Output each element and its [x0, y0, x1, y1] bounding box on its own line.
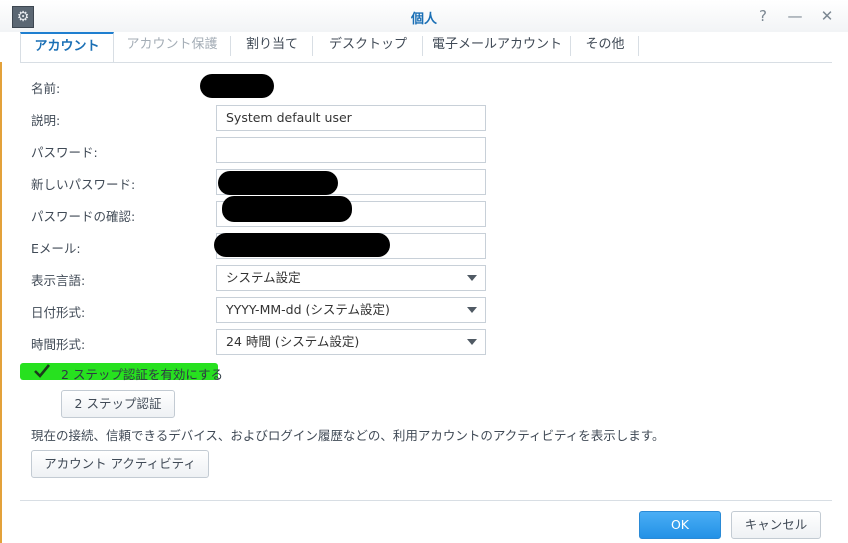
password-input[interactable]: [216, 137, 486, 163]
window-title: 個人: [410, 12, 437, 27]
new-password-label: 新しいパスワード:: [31, 177, 136, 192]
email-redaction: [214, 233, 390, 257]
confirm-password-redaction: [222, 196, 352, 222]
tab-quota[interactable]: 割り当て: [232, 32, 312, 62]
footer-divider: [20, 500, 832, 501]
tab-separator: [312, 36, 313, 56]
window-edge-strip: [0, 62, 2, 543]
language-select[interactable]: システム設定: [216, 265, 486, 291]
time-format-label: 時間形式:: [31, 337, 86, 352]
confirm-password-label: パスワードの確認:: [31, 209, 136, 224]
description-input[interactable]: System default user: [216, 105, 486, 131]
tab-separator: [638, 36, 639, 56]
two-step-auth-button[interactable]: 2 ステップ認証: [61, 390, 175, 418]
password-label: パスワード:: [31, 145, 98, 160]
date-format-select-value: YYYY-MM-dd (システム設定): [226, 302, 390, 317]
checkmark-icon[interactable]: [33, 363, 51, 379]
ok-button[interactable]: OK: [639, 511, 721, 539]
chevron-down-icon[interactable]: [467, 275, 477, 281]
date-format-select[interactable]: YYYY-MM-dd (システム設定): [216, 297, 486, 323]
tab-account-protection: アカウント保護: [126, 37, 218, 52]
tab-separator: [230, 36, 231, 56]
two-step-checkbox-label[interactable]: 2 ステップ認証を有効にする: [61, 364, 223, 383]
language-select-value: システム設定: [226, 270, 301, 285]
activity-info-text: 現在の接続、信頼できるデバイス、およびログイン履歴などの、利用アカウントのアクテ…: [31, 428, 665, 443]
tab-email-account[interactable]: 電子メールアカウント: [424, 32, 570, 62]
email-label: Eメール:: [31, 241, 81, 256]
time-format-select-value: 24 時間 (システム設定): [226, 334, 360, 349]
language-label: 表示言語:: [31, 273, 86, 288]
tab-separator: [422, 36, 423, 56]
tab-separator: [570, 36, 571, 56]
close-icon[interactable]: ✕: [816, 5, 838, 27]
account-activity-button[interactable]: アカウント アクティビティ: [31, 450, 209, 478]
tab-bar: アカウント アカウント保護 割り当て デスクトップ 電子メールアカウント その他: [20, 32, 832, 63]
name-label: 名前:: [31, 81, 61, 96]
chevron-down-icon[interactable]: [467, 339, 477, 345]
tab-account[interactable]: アカウント: [20, 32, 114, 62]
name-redaction: [200, 74, 274, 98]
description-label: 説明:: [31, 113, 61, 128]
minimize-icon[interactable]: —: [784, 5, 806, 27]
time-format-select[interactable]: 24 時間 (システム設定): [216, 329, 486, 355]
date-format-label: 日付形式:: [31, 305, 86, 320]
chevron-down-icon[interactable]: [467, 307, 477, 313]
help-icon[interactable]: ?: [752, 5, 774, 27]
new-password-redaction: [218, 171, 338, 195]
title-bar[interactable]: ⚙ 個人 ? — ✕: [0, 0, 848, 32]
tab-desktop[interactable]: デスクトップ: [314, 32, 422, 62]
cancel-button[interactable]: キャンセル: [731, 511, 821, 539]
tab-others[interactable]: その他: [572, 32, 638, 62]
